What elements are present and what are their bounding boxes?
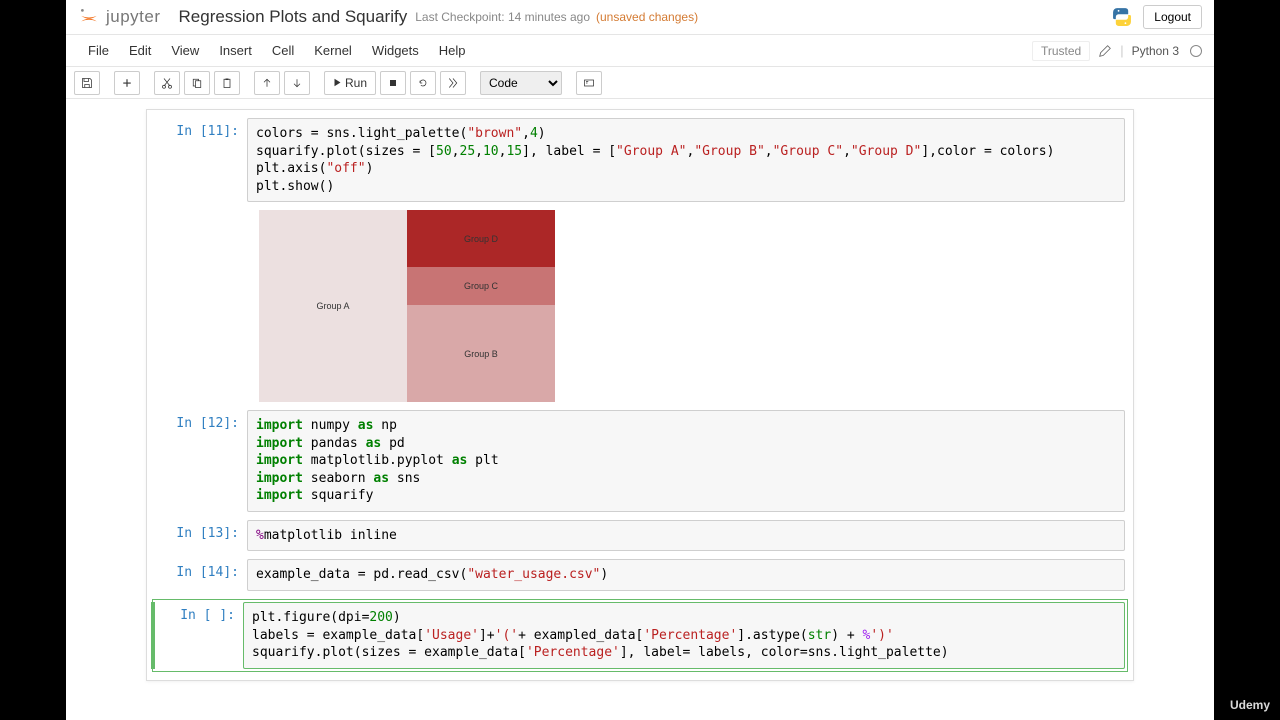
kernel-seperator: | (1120, 43, 1123, 58)
python-logo-icon (1111, 6, 1133, 28)
stop-button[interactable] (380, 71, 406, 95)
cell-prompt: In [13]: (155, 520, 247, 552)
paste-button[interactable] (214, 71, 240, 95)
menu-bar: File Edit View Insert Cell Kernel Widget… (66, 35, 1214, 67)
cell-prompt: In [14]: (155, 559, 247, 591)
checkpoint-text: Last Checkpoint: 14 minutes ago (415, 10, 590, 24)
menu-kernel[interactable]: Kernel (304, 39, 362, 62)
trusted-badge[interactable]: Trusted (1032, 41, 1090, 61)
move-down-button[interactable] (284, 71, 310, 95)
treemap-tile-c: Group C (407, 267, 555, 305)
cell-prompt: In [11]: (155, 118, 247, 202)
code-input[interactable]: example_data = pd.read_csv("water_usage.… (247, 559, 1125, 591)
code-content: %matplotlib inline (256, 527, 1116, 545)
menu-cell[interactable]: Cell (262, 39, 304, 62)
command-palette-button[interactable] (576, 71, 602, 95)
cell-prompt: In [12]: (155, 410, 247, 512)
kernel-status-icon (1190, 45, 1202, 57)
logout-button[interactable]: Logout (1143, 5, 1202, 29)
jupyter-logo[interactable]: jupyter (78, 6, 161, 28)
toolbar: Run Code (66, 67, 1214, 99)
menu-edit[interactable]: Edit (119, 39, 161, 62)
header-bar: jupyter Regression Plots and Squarify La… (66, 0, 1214, 35)
treemap-tile-b: Group B (407, 305, 555, 402)
move-up-button[interactable] (254, 71, 280, 95)
menu-widgets[interactable]: Widgets (362, 39, 429, 62)
pencil-icon[interactable] (1098, 44, 1112, 58)
code-cell[interactable]: In [11]: colors = sns.light_palette("bro… (155, 118, 1125, 202)
code-content: example_data = pd.read_csv("water_usage.… (256, 566, 1116, 584)
menu-insert[interactable]: Insert (209, 39, 262, 62)
menu-view[interactable]: View (161, 39, 209, 62)
kernel-name[interactable]: Python 3 (1132, 44, 1179, 58)
restart-run-button[interactable] (440, 71, 466, 95)
jupyter-logo-icon (78, 6, 100, 28)
save-button[interactable] (74, 71, 100, 95)
unsaved-text: (unsaved changes) (596, 10, 698, 24)
treemap-chart: Group A Group D Group C Group B (259, 210, 555, 402)
code-content: colors = sns.light_palette("brown",4) sq… (256, 125, 1116, 195)
treemap-tile-a: Group A (259, 210, 407, 402)
code-cell[interactable]: In [12]: import numpy as np import panda… (155, 410, 1125, 512)
code-input[interactable]: import numpy as np import pandas as pd i… (247, 410, 1125, 512)
run-button[interactable]: Run (324, 71, 376, 95)
code-cell[interactable]: In [14]: example_data = pd.read_csv("wat… (155, 559, 1125, 591)
menu-file[interactable]: File (78, 39, 119, 62)
cut-button[interactable] (154, 71, 180, 95)
code-content: plt.figure(dpi=200) labels = example_dat… (252, 609, 1116, 662)
code-cell[interactable]: In [13]: %matplotlib inline (155, 520, 1125, 552)
notebook-title[interactable]: Regression Plots and Squarify (179, 7, 408, 27)
copy-button[interactable] (184, 71, 210, 95)
watermark: Udemy (1230, 698, 1270, 712)
menu-help[interactable]: Help (429, 39, 476, 62)
restart-button[interactable] (410, 71, 436, 95)
cell-output: Group A Group D Group C Group B (155, 210, 1125, 402)
code-cell-active[interactable]: In [ ]: plt.figure(dpi=200) labels = exa… (155, 602, 1125, 669)
run-label: Run (345, 76, 367, 90)
cell-type-select[interactable]: Code (480, 71, 562, 95)
treemap-tile-d: Group D (407, 210, 555, 267)
add-cell-button[interactable] (114, 71, 140, 95)
notebook-area: In [11]: colors = sns.light_palette("bro… (66, 99, 1214, 691)
code-input[interactable]: %matplotlib inline (247, 520, 1125, 552)
cell-prompt: In [ ]: (151, 602, 243, 669)
code-input[interactable]: colors = sns.light_palette("brown",4) sq… (247, 118, 1125, 202)
code-content: import numpy as np import pandas as pd i… (256, 417, 1116, 505)
jupyter-logo-text: jupyter (106, 7, 161, 27)
code-input[interactable]: plt.figure(dpi=200) labels = example_dat… (243, 602, 1125, 669)
